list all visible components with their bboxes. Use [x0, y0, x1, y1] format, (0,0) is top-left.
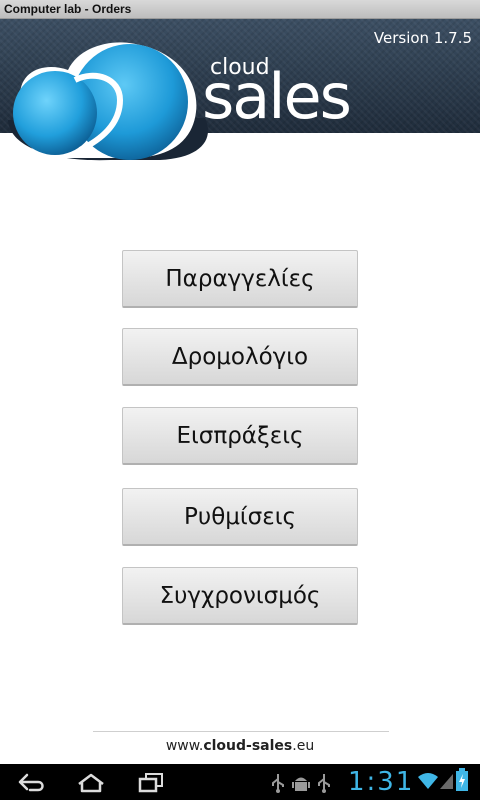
- home-icon[interactable]: [76, 770, 106, 794]
- footer-url-prefix: www.: [165, 738, 204, 754]
- footer-website-link[interactable]: www.cloud-sales.eu: [0, 738, 480, 754]
- route-button[interactable]: Δρομολόγιο: [122, 328, 358, 386]
- orders-button[interactable]: Παραγγελίες: [122, 250, 358, 308]
- footer-url-suffix: .eu: [292, 738, 315, 754]
- footer-divider: [93, 731, 389, 732]
- collections-button[interactable]: Εισπράξεις: [122, 407, 358, 465]
- battery-icon: [456, 768, 468, 791]
- usb-icon: [272, 774, 284, 793]
- footer-url-brand: cloud-sales: [203, 738, 293, 754]
- recent-apps-icon[interactable]: [136, 770, 166, 794]
- wifi-icon: [418, 773, 438, 789]
- settings-button[interactable]: Ρυθμίσεις: [122, 488, 358, 546]
- cloud-sales-logo: cloud sales: [0, 0, 480, 170]
- android-debug-icon: [292, 777, 310, 791]
- usb-icon: [318, 774, 330, 793]
- signal-icon: [440, 774, 453, 789]
- logo-sales-text: sales: [202, 60, 352, 133]
- sync-button[interactable]: Συγχρονισμός: [122, 567, 358, 625]
- system-navigation-bar: 1:31: [0, 764, 480, 800]
- status-clock: 1:31: [348, 767, 415, 797]
- back-icon[interactable]: [16, 770, 46, 794]
